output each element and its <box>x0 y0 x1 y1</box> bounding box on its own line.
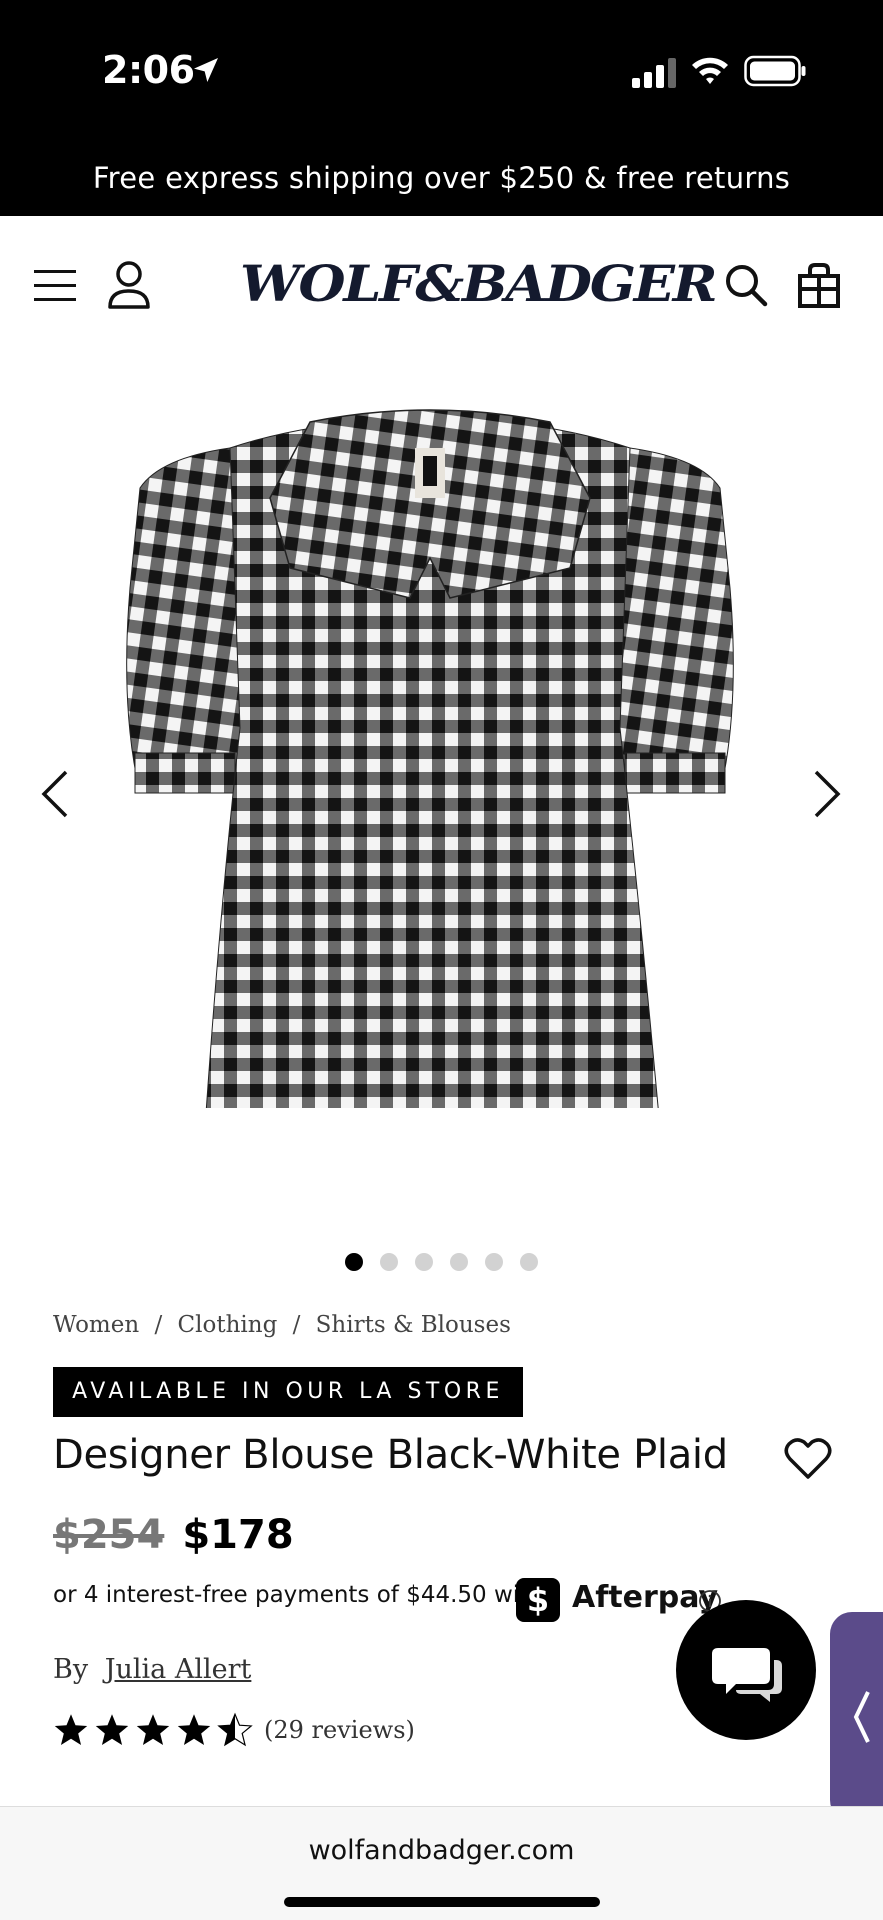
breadcrumb-clothing[interactable]: Clothing <box>178 1312 278 1338</box>
original-price: $254 <box>53 1512 165 1558</box>
menu-icon[interactable] <box>34 268 76 304</box>
price-row: $254 $178 <box>53 1512 294 1558</box>
star-full-icon <box>177 1714 211 1745</box>
promo-banner[interactable]: Free express shipping over $250 & free r… <box>0 140 883 216</box>
side-drawer-tab[interactable] <box>830 1612 883 1822</box>
installment-text: or 4 interest-free payments of $44.50 wi… <box>53 1582 543 1608</box>
chevron-left-icon[interactable] <box>36 766 76 822</box>
search-icon[interactable] <box>723 262 769 308</box>
wifi-icon <box>692 57 728 84</box>
carousel-dot[interactable] <box>520 1253 538 1271</box>
breadcrumb-women[interactable]: Women <box>53 1312 139 1338</box>
by-label: By <box>53 1654 89 1685</box>
breadcrumb: Women / Clothing / Shirts & Blouses <box>53 1312 519 1338</box>
carousel-dots <box>0 1253 883 1273</box>
breadcrumb-shirts-blouses[interactable]: Shirts & Blouses <box>316 1312 511 1338</box>
wishlist-heart-icon[interactable] <box>784 1436 832 1480</box>
star-half-icon <box>217 1712 253 1747</box>
review-count[interactable]: (29 reviews) <box>264 1716 415 1744</box>
rating-row[interactable]: (29 reviews) <box>53 1712 415 1748</box>
site-logo[interactable]: WOLF&BADGER <box>240 254 718 313</box>
location-arrow-icon <box>194 58 218 82</box>
breadcrumb-separator: / <box>154 1312 163 1338</box>
star-full-icon <box>95 1714 129 1745</box>
chevron-left-icon <box>853 1691 870 1743</box>
carousel-dot[interactable] <box>380 1253 398 1271</box>
carousel-dot[interactable] <box>450 1253 468 1271</box>
afterpay-logo-icon: $ <box>516 1578 560 1622</box>
battery-icon <box>744 55 806 87</box>
sale-price: $178 <box>182 1512 294 1558</box>
breadcrumb-separator: / <box>292 1312 301 1338</box>
star-full-icon <box>136 1714 170 1745</box>
product-gallery[interactable] <box>0 356 883 1226</box>
chevron-right-icon[interactable] <box>806 766 846 822</box>
product-image[interactable] <box>120 408 740 1108</box>
carousel-dot[interactable] <box>345 1253 363 1271</box>
account-icon[interactable] <box>107 260 151 310</box>
status-bar: 2:06 <box>0 0 883 140</box>
carousel-dot[interactable] <box>485 1253 503 1271</box>
carousel-dot[interactable] <box>415 1253 433 1271</box>
chat-button[interactable] <box>676 1600 816 1740</box>
cellular-signal-icon <box>632 58 676 88</box>
home-indicator <box>284 1897 600 1907</box>
browser-address-bar: wolfandbadger.com <box>0 1806 883 1920</box>
designer-row: By Julia Allert <box>53 1654 251 1685</box>
next-section-peek <box>53 1792 133 1804</box>
url-field[interactable]: wolfandbadger.com <box>0 1835 883 1866</box>
status-time: 2:06 <box>102 48 195 92</box>
shopping-bag-icon[interactable] <box>797 262 841 308</box>
product-title: Designer Blouse Black-White Plaid <box>53 1432 728 1478</box>
store-availability-badge: AVAILABLE IN OUR LA STORE <box>53 1367 523 1417</box>
designer-link[interactable]: Julia Allert <box>105 1654 252 1685</box>
chat-bubble-icon <box>712 1648 782 1702</box>
star-full-icon <box>54 1714 88 1745</box>
site-header: WOLF&BADGER <box>0 216 883 356</box>
